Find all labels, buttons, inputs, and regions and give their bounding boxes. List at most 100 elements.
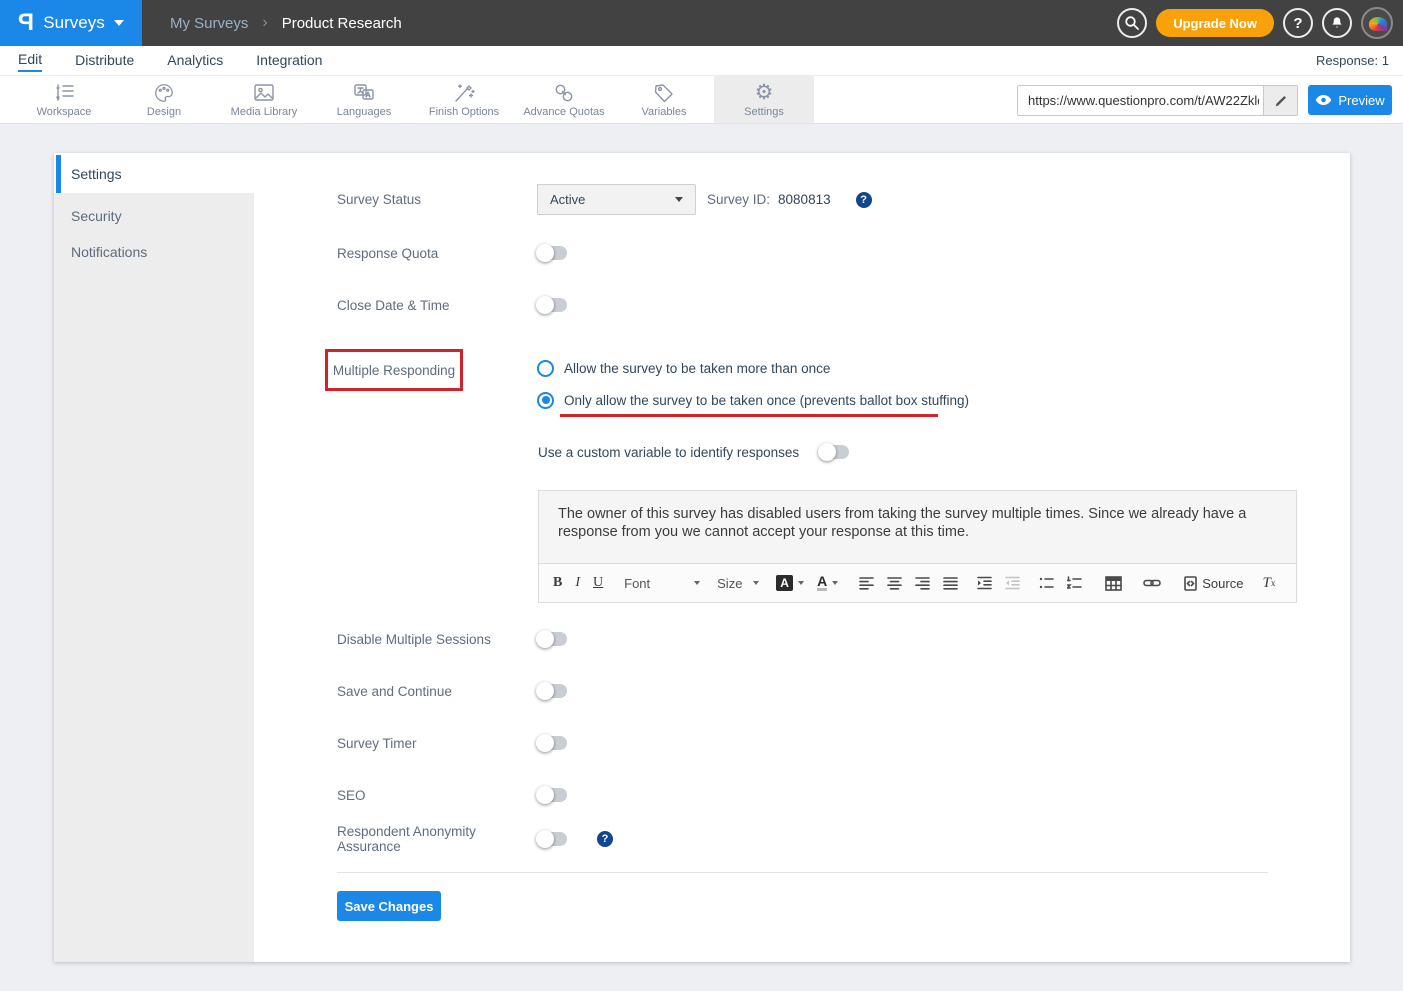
tab-integration[interactable]: Integration (256, 50, 322, 71)
align-left-button[interactable] (859, 576, 874, 590)
upgrade-now-button[interactable]: Upgrade Now (1156, 9, 1274, 37)
survey-id-value: 8080813 (778, 192, 831, 207)
response-quota-toggle[interactable] (537, 246, 567, 260)
tag-icon (651, 82, 677, 104)
sidebar-item-settings[interactable]: Settings (54, 155, 254, 193)
tab-distribute[interactable]: Distribute (75, 50, 134, 71)
toolbar-item-finish-options[interactable]: Finish Options (414, 76, 514, 123)
response-quota-label: Response Quota (337, 246, 537, 261)
chevron-down-icon (753, 581, 759, 585)
notifications-button[interactable] (1322, 8, 1352, 38)
close-date-label: Close Date & Time (337, 298, 537, 313)
sidebar-item-notifications[interactable]: Notifications (54, 232, 254, 271)
link-icon (1143, 577, 1161, 589)
edit-url-button[interactable] (1263, 86, 1297, 115)
indent-icon (977, 576, 992, 590)
align-right-button[interactable] (915, 576, 930, 590)
radio-unselected-icon[interactable] (537, 360, 554, 377)
respondent-anonymity-toggle[interactable] (537, 832, 567, 846)
pencil-icon (1274, 94, 1288, 108)
disable-multiple-sessions-row: Disable Multiple Sessions (337, 625, 567, 653)
help-button[interactable]: ? (1283, 8, 1313, 38)
richtext-editor-toolbar: B I U Font Size A A Source Tx (538, 563, 1297, 603)
product-name: Surveys (43, 13, 104, 33)
breadcrumb-current-survey: Product Research (282, 15, 402, 32)
radio-selected-icon[interactable] (537, 392, 554, 409)
search-icon (1124, 15, 1140, 31)
survey-status-select[interactable]: Active (537, 184, 696, 215)
bold-button[interactable]: B (553, 575, 562, 591)
response-count[interactable]: Response: 1 (1316, 53, 1389, 68)
bg-color-icon: A (776, 575, 793, 591)
close-date-toggle[interactable] (537, 298, 567, 312)
image-icon (251, 82, 277, 104)
custom-variable-label: Use a custom variable to identify respon… (538, 445, 799, 460)
search-button[interactable] (1117, 8, 1147, 38)
chevron-down-icon (114, 20, 124, 26)
custom-variable-toggle[interactable] (819, 445, 849, 459)
align-justify-button[interactable] (943, 576, 958, 590)
survey-timer-row: Survey Timer (337, 729, 567, 757)
toolbar-item-advance-quotas[interactable]: Advance Quotas (514, 76, 614, 123)
outdent-button[interactable] (1005, 576, 1020, 590)
background-color-button[interactable]: A (776, 575, 804, 591)
align-center-button[interactable] (887, 576, 902, 590)
indent-button[interactable] (977, 576, 992, 590)
save-changes-button[interactable]: Save Changes (337, 891, 441, 921)
toolbar-item-languages[interactable]: Languages (314, 76, 414, 123)
toolbar-item-workspace[interactable]: Workspace (14, 76, 114, 123)
red-underline-annotation (560, 414, 938, 417)
question-mark-icon: ? (1293, 15, 1302, 32)
outdent-icon (1005, 576, 1020, 590)
source-button[interactable]: Source (1184, 576, 1243, 591)
survey-timer-toggle[interactable] (537, 736, 567, 750)
italic-button[interactable]: I (575, 575, 580, 591)
tab-edit[interactable]: Edit (18, 49, 42, 72)
radio-option-multiple[interactable]: Allow the survey to be taken more than o… (537, 354, 830, 382)
respondent-anonymity-row: Respondent Anonymity Assurance ? (337, 825, 613, 853)
settings-panel: Settings Security Notifications Survey S… (54, 153, 1350, 962)
bulleted-list-button[interactable] (1039, 576, 1054, 590)
breadcrumb-my-surveys[interactable]: My Surveys (170, 15, 248, 32)
palette-icon (151, 82, 177, 104)
tab-analytics[interactable]: Analytics (167, 50, 223, 71)
toolbar-item-settings[interactable]: ⚙ Settings (714, 76, 814, 123)
workspace-icon (51, 82, 77, 104)
save-and-continue-toggle[interactable] (537, 684, 567, 698)
magic-wand-icon (451, 82, 477, 104)
numbered-list-button[interactable] (1067, 576, 1082, 590)
insert-table-button[interactable] (1105, 576, 1122, 591)
toolbar-item-design[interactable]: Design (114, 76, 214, 123)
toolbar-item-variables[interactable]: Variables (614, 76, 714, 123)
text-color-button[interactable]: A (817, 575, 838, 591)
seo-row: SEO (337, 781, 567, 809)
chevron-down-icon (694, 581, 700, 585)
insert-link-button[interactable] (1143, 577, 1161, 589)
sidebar-item-security[interactable]: Security (54, 193, 254, 232)
underline-button[interactable]: U (593, 575, 603, 591)
remove-format-button[interactable]: Tx (1262, 575, 1275, 592)
size-dropdown[interactable]: Size (717, 576, 759, 591)
seo-toggle[interactable] (537, 788, 567, 802)
font-dropdown[interactable]: Font (624, 576, 700, 591)
active-indicator (56, 155, 61, 193)
user-avatar[interactable] (1361, 7, 1393, 39)
survey-url-field (1017, 85, 1298, 116)
radio-option-once[interactable]: Only allow the survey to be taken once (… (537, 386, 969, 414)
product-switcher[interactable]: P Surveys (0, 0, 142, 46)
respondent-anonymity-help-icon[interactable]: ? (597, 831, 613, 847)
questionpro-logo-icon: P (18, 9, 34, 37)
translate-icon (351, 82, 377, 104)
multiple-responding-label: Multiple Responding (333, 363, 455, 378)
toolbar-item-media-library[interactable]: Media Library (214, 76, 314, 123)
edit-toolbar: Workspace Design Media Library Languages… (0, 76, 1403, 124)
disabled-message-textarea[interactable]: The owner of this survey has disabled us… (538, 490, 1297, 563)
preview-button[interactable]: Preview (1308, 85, 1392, 115)
survey-id-help-icon[interactable]: ? (856, 192, 872, 208)
topbar-actions: Upgrade Now ? (1117, 0, 1393, 46)
survey-id-label: Survey ID: (707, 192, 770, 207)
section-divider (337, 872, 1268, 873)
survey-url-input[interactable] (1018, 86, 1263, 115)
close-date-row: Close Date & Time (337, 291, 567, 319)
disable-multiple-sessions-toggle[interactable] (537, 632, 567, 646)
